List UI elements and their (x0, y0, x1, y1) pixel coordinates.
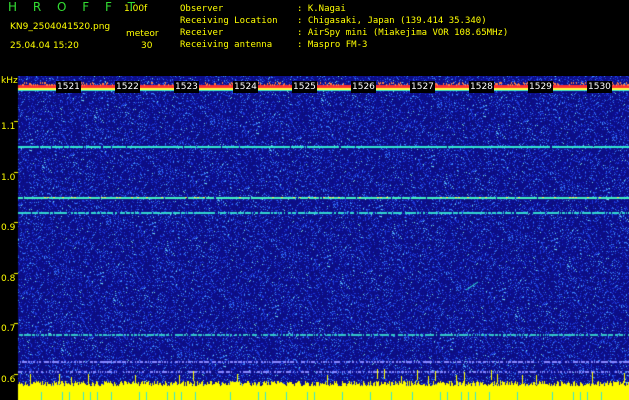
time-label: 1522 (115, 81, 140, 93)
algorithm-label: meteor (126, 29, 159, 39)
y-tick-label: 0.7 (1, 324, 16, 334)
receiver-label: Receiver (180, 28, 224, 38)
y-tick-label: 1.0 (1, 173, 16, 183)
observer-value: : K.Nagai (297, 4, 346, 14)
y-tick-label: 0.6 (1, 375, 16, 385)
y-axis-unit: kHz (1, 76, 18, 86)
antenna-label: Receiving antenna (180, 40, 273, 50)
antenna-value: : Maspro FM-3 (297, 40, 368, 50)
date-time: 25.04.04 15:20 (10, 41, 79, 51)
location-label: Receiving Location (180, 16, 278, 26)
app-logo: H R O F F T (8, 0, 142, 14)
time-label: 1521 (56, 81, 81, 93)
time-label: 1526 (351, 81, 376, 93)
time-label: 1530 (587, 81, 612, 93)
observer-label: Observer (180, 4, 224, 14)
time-label: 1523 (174, 81, 199, 93)
y-tick-label: 0.9 (1, 223, 16, 233)
time-label: 1524 (233, 81, 258, 93)
location-value: : Chigasaki, Japan (139.414 35.340) (297, 16, 487, 26)
time-label: 1525 (292, 81, 317, 93)
time-label: 1528 (469, 81, 494, 93)
y-tick-label: 1.1 (1, 122, 16, 132)
header-panel: H R O F F T 1.00f KN9_2504041520.png met… (0, 0, 629, 76)
y-tick-label: 0.8 (1, 274, 16, 284)
file-name: KN9_2504041520.png (10, 22, 111, 32)
spectrogram-canvas (0, 76, 629, 400)
time-label: 1529 (528, 81, 553, 93)
time-label: 1527 (410, 81, 435, 93)
detection-count: 30 (141, 41, 153, 51)
app-version: 1.00f (124, 4, 148, 14)
receiver-value: : AirSpy mini (Miakejima VOR 108.65MHz) (297, 28, 509, 38)
